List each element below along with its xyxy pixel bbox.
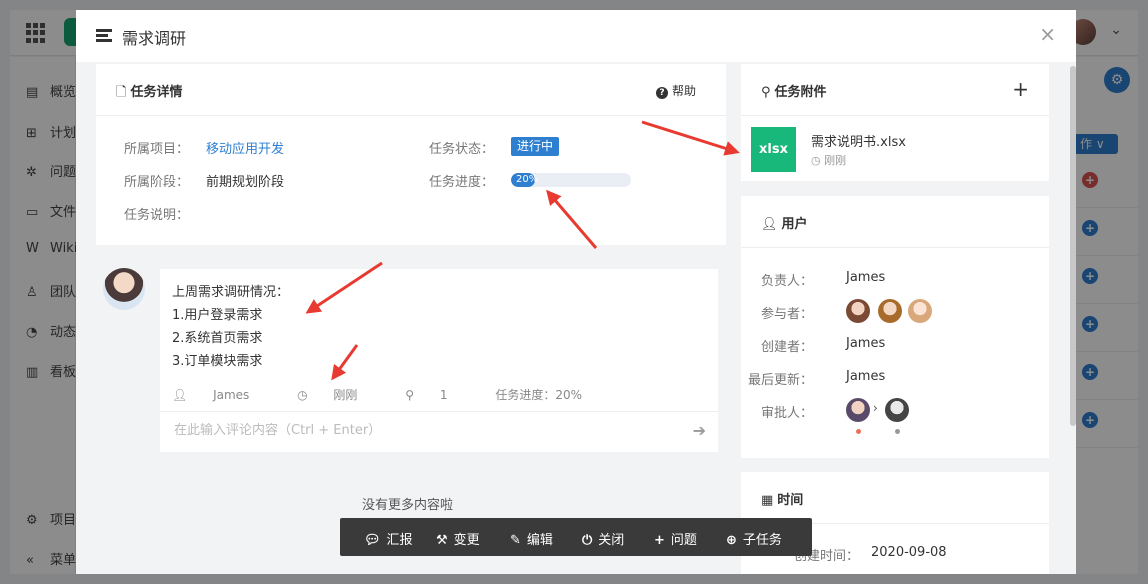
- edit-icon: ✎: [510, 533, 521, 548]
- modal-scrollbar[interactable]: [1070, 62, 1076, 574]
- plus-circle-icon: ⊕: [726, 533, 737, 548]
- help-link[interactable]: ? 帮助: [655, 82, 696, 99]
- time-title: 时间: [777, 493, 804, 508]
- task-detail-title: 任务详情: [130, 85, 183, 100]
- status-badge: 进行中: [511, 137, 560, 156]
- add-attachment-button[interactable]: +: [1012, 77, 1029, 101]
- comment-meta: 👤︎ James ◷ 刚刚 ⚲ 1 任务进度：20%: [172, 386, 604, 403]
- users-header: 👤︎ 用户: [741, 196, 1049, 248]
- send-arrow-icon[interactable]: ➔: [693, 421, 706, 440]
- time-header: ▦ 时间: [741, 472, 1049, 524]
- created-time-value: 2020-09-08: [871, 545, 947, 560]
- paperclip-icon: ⚲: [405, 388, 415, 402]
- no-more-content-text: 没有更多内容啦: [362, 498, 454, 513]
- description-label: 任务说明：: [124, 208, 190, 223]
- users-title-wrap: 👤︎ 用户: [761, 213, 808, 232]
- approval-pending-dot: [856, 429, 861, 434]
- attachments-title: 任务附件: [774, 85, 827, 100]
- attachment-time: ◷ 刚刚: [811, 154, 847, 167]
- power-icon: ⏻: [582, 533, 593, 548]
- creator-label: 创建者：: [760, 340, 813, 355]
- question-icon: ?: [655, 87, 668, 99]
- time-title-wrap: ▦ 时间: [761, 489, 803, 508]
- gavel-icon: ⚒: [436, 533, 448, 548]
- document-icon: 🗋: [116, 85, 127, 100]
- close-task-button[interactable]: ⏻ 关闭: [582, 529, 624, 548]
- comment-author: 👤︎ James: [172, 388, 250, 402]
- modal-header: 需求调研 ×: [76, 10, 1076, 62]
- plus-icon: +: [654, 533, 665, 548]
- report-button[interactable]: 💬︎ 汇报: [364, 529, 413, 548]
- users-card: 👤︎ 用户 负责人： James 参与者： 创建者： James 最后更新： Ja…: [741, 196, 1049, 458]
- attachments-card: ⚲ 任务附件 + xlsx 需求说明书.xlsx ◷ 刚刚: [741, 64, 1049, 181]
- close-icon[interactable]: ×: [1039, 24, 1056, 44]
- user-icon: 👤︎: [172, 388, 188, 402]
- action-toolbar: 💬︎ 汇报 ⚒ 变更 ✎ 编辑 ⏻ 关闭 + 问题 ⊕ 子任务: [340, 518, 812, 556]
- xlsx-file-icon[interactable]: xlsx: [751, 127, 796, 172]
- comment-attachments[interactable]: ⚲ 1: [405, 388, 469, 402]
- approver-avatar[interactable]: [885, 398, 909, 422]
- users-title: 用户: [781, 217, 808, 232]
- task-detail-header: 🗋 任务详情 ? 帮助: [96, 64, 726, 116]
- participant-avatar[interactable]: [908, 299, 932, 323]
- stage-label: 所属阶段：: [124, 175, 190, 190]
- approver-label: 审批人：: [760, 406, 813, 421]
- user-icon: 👤︎: [761, 217, 778, 232]
- project-link[interactable]: 移动应用开发: [206, 138, 284, 157]
- approver-avatar[interactable]: [846, 398, 870, 422]
- modal-title: 需求调研: [122, 29, 187, 48]
- scrollbar-thumb[interactable]: [1070, 66, 1076, 426]
- creator-value: James: [846, 336, 886, 351]
- task-detail-title-wrap: 🗋 任务详情: [116, 81, 182, 105]
- participant-avatar[interactable]: [878, 299, 902, 323]
- change-button[interactable]: ⚒ 变更: [436, 529, 480, 548]
- edit-button[interactable]: ✎ 编辑: [510, 529, 553, 548]
- comment-author-avatar: [103, 268, 145, 310]
- progress-label: 任务进度：: [429, 175, 495, 190]
- last-updated-value: James: [846, 369, 886, 384]
- comment-progress: 任务进度：20%: [495, 388, 583, 402]
- approval-waiting-dot: [895, 429, 900, 434]
- progress-bar: 20%: [511, 173, 631, 187]
- owner-label: 负责人：: [760, 274, 813, 289]
- comment-line: 2.系统首页需求: [172, 331, 263, 346]
- comment-input-area: ➔: [160, 411, 718, 452]
- participants-label: 参与者：: [760, 307, 813, 322]
- participant-avatar[interactable]: [846, 299, 870, 323]
- comment-line: 上周需求调研情况：: [172, 285, 290, 300]
- add-issue-button[interactable]: + 问题: [654, 529, 697, 548]
- help-label: 帮助: [671, 84, 696, 98]
- comment-input[interactable]: [174, 423, 674, 438]
- project-label: 所属项目：: [124, 142, 190, 157]
- clock-icon: ◷: [297, 388, 308, 402]
- stage-value: 前期规划阶段: [206, 175, 285, 190]
- comment-time: ◷ 刚刚: [297, 388, 358, 402]
- task-detail-card: 🗋 任务详情 ? 帮助 所属项目： 移动应用开发 所属阶段： 前期规划阶段 任务说明…: [96, 64, 726, 245]
- task-detail-modal: 需求调研 × 🗋 任务详情 ? 帮助 所属项目： 移动应用开发 所属阶段： 前期规划…: [76, 10, 1076, 574]
- comment-line: 1.用户登录需求: [172, 308, 263, 323]
- comment-icon: 💬︎: [364, 533, 381, 548]
- progress-bar-fill: 20%: [511, 173, 538, 187]
- status-label: 任务状态：: [429, 142, 495, 157]
- attachment-file-name[interactable]: 需求说明书.xlsx: [811, 131, 906, 150]
- add-subtask-button[interactable]: ⊕ 子任务: [726, 529, 782, 548]
- paperclip-icon: ⚲: [761, 85, 771, 100]
- calendar-icon: ▦: [761, 493, 774, 508]
- task-list-icon: [96, 29, 112, 43]
- comment-card: 上周需求调研情况： 1.用户登录需求 2.系统首页需求 3.订单模块需求 👤︎ …: [160, 269, 718, 452]
- clock-icon: ◷: [811, 154, 821, 167]
- last-updated-label: 最后更新：: [747, 373, 813, 388]
- attachments-title-wrap: ⚲ 任务附件: [761, 81, 827, 100]
- chevron-right-icon: ›: [873, 401, 878, 415]
- comment-body: 上周需求调研情况： 1.用户登录需求 2.系统首页需求 3.订单模块需求: [172, 281, 289, 373]
- comment-line: 3.订单模块需求: [172, 354, 263, 369]
- attachments-header: ⚲ 任务附件 +: [741, 64, 1049, 116]
- owner-value: James: [846, 270, 886, 285]
